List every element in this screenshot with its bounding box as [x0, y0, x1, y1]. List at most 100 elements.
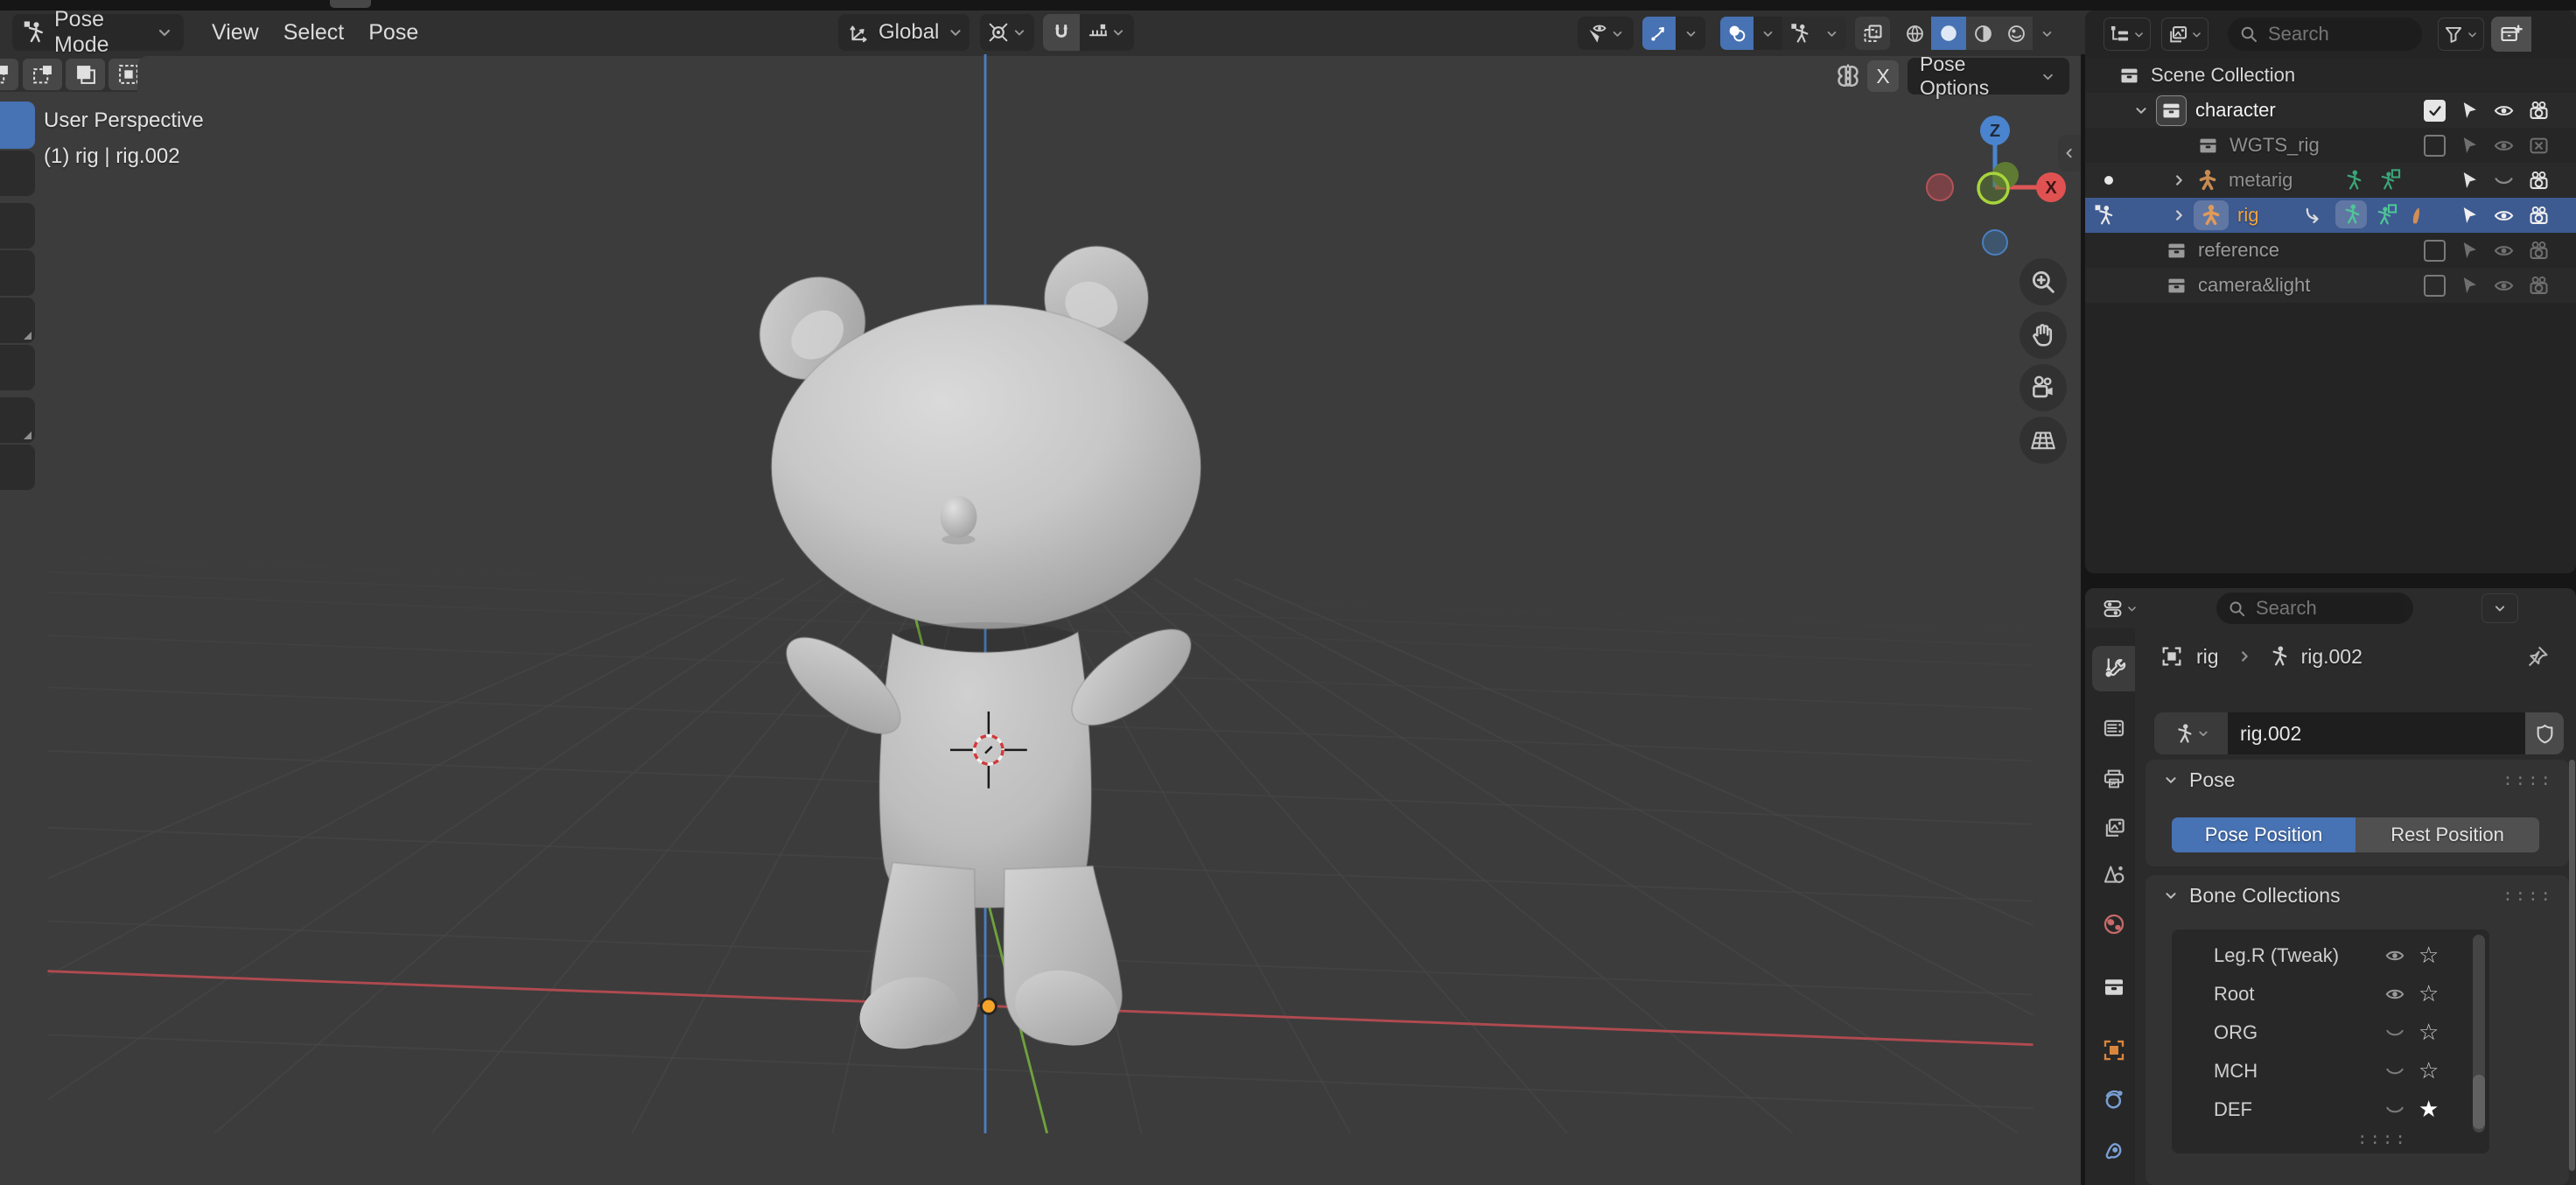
tab-render[interactable]: [2092, 705, 2135, 751]
render-camera-icon[interactable]: [2527, 169, 2551, 193]
tool-tweak-button[interactable]: [0, 102, 35, 149]
shading-solid-toggle[interactable]: [1931, 17, 1966, 50]
properties-search-input[interactable]: [2254, 596, 2403, 621]
tool-rotate-button[interactable]: [0, 298, 35, 343]
bone-collection-row[interactable]: DEF ★: [2172, 1090, 2489, 1129]
tab-world[interactable]: [2092, 901, 2135, 947]
shading-wireframe-toggle[interactable]: [1899, 17, 1931, 50]
bone-collection-row[interactable]: Leg.R (Tweak) ☆: [2172, 936, 2489, 975]
render-camera-icon[interactable]: [2527, 274, 2551, 298]
list-scrollbar-thumb[interactable]: [2473, 1075, 2485, 1129]
bone-collection-row[interactable]: MCH ☆: [2172, 1052, 2489, 1090]
filter-dropdown[interactable]: [2438, 18, 2484, 51]
show-gizmo-toggle[interactable]: [1642, 17, 1676, 50]
snap-magnet-toggle[interactable]: [1043, 14, 1080, 51]
transform-orientation-dropdown[interactable]: Global: [838, 14, 970, 51]
expand-chevron-icon[interactable]: [2132, 101, 2151, 120]
selectable-cursor-icon[interactable]: [2458, 169, 2482, 193]
outliner-row-character[interactable]: character: [2085, 93, 2576, 128]
bone-collection-row[interactable]: Root ☆: [2172, 975, 2489, 1013]
hidden-eye-closed-icon[interactable]: [2384, 1060, 2406, 1083]
solo-star-icon-active[interactable]: ★: [2418, 1096, 2439, 1123]
tab-output[interactable]: [2092, 756, 2135, 802]
menu-select[interactable]: Select: [271, 20, 356, 46]
tool-cursor-button[interactable]: [0, 203, 35, 249]
outliner-search-input[interactable]: [2266, 22, 2412, 46]
shading-material-toggle[interactable]: [1966, 17, 1999, 50]
outliner-row-rig-selected[interactable]: rig: [2085, 198, 2576, 233]
panel-collapse-chevron-icon[interactable]: [2161, 770, 2180, 789]
tab-view-layer[interactable]: [2092, 805, 2135, 851]
xray-toggle[interactable]: [1855, 17, 1890, 50]
pose-options-dropdown[interactable]: Pose Options: [1908, 58, 2069, 95]
id-type-dropdown[interactable]: [2154, 712, 2228, 754]
3d-viewport-canvas[interactable]: [0, 54, 2081, 1185]
breadcrumb-object-name[interactable]: rig: [2196, 645, 2219, 669]
bone-collection-row[interactable]: ORG ☆: [2172, 1013, 2489, 1052]
camera-view-button[interactable]: [2020, 364, 2067, 411]
panel-collapse-chevron-icon[interactable]: [2161, 886, 2180, 905]
overlays-dropdown[interactable]: [1754, 17, 1782, 50]
menu-view[interactable]: View: [200, 20, 271, 46]
hide-eye-icon[interactable]: [2492, 239, 2516, 263]
expand-chevron-right-icon[interactable]: [2169, 171, 2188, 190]
sidebar-collapse-tab[interactable]: [2058, 135, 2081, 172]
hidden-eye-closed-icon[interactable]: [2492, 169, 2516, 193]
data-name-input[interactable]: [2228, 722, 2525, 746]
pan-hand-button[interactable]: [2020, 312, 2067, 359]
show-overlays-toggle[interactable]: [1720, 17, 1754, 50]
solo-star-icon[interactable]: ☆: [2418, 1057, 2439, 1084]
selectable-cursor-icon[interactable]: [2458, 99, 2482, 123]
tab-constraints[interactable]: [2092, 1076, 2135, 1122]
new-collection-button[interactable]: [2491, 17, 2531, 52]
selectable-cursor-icon[interactable]: [2458, 204, 2482, 228]
zoom-button[interactable]: [2020, 258, 2067, 305]
collection-checkbox-unchecked[interactable]: [2424, 240, 2446, 262]
hidden-eye-closed-icon[interactable]: [2384, 1098, 2406, 1121]
outliner-row-wgts-rig[interactable]: WGTS_rig: [2085, 128, 2576, 163]
display-mode-dropdown[interactable]: [2161, 18, 2208, 51]
editor-type-dropdown[interactable]: [2097, 592, 2143, 624]
expand-chevron-right-icon[interactable]: [2169, 206, 2188, 225]
rest-position-button[interactable]: Rest Position: [2356, 817, 2539, 852]
outliner-row-metarig[interactable]: metarig: [2085, 163, 2576, 198]
shading-dropdown[interactable]: [2033, 17, 2061, 50]
hidden-eye-closed-icon[interactable]: [2384, 1021, 2406, 1044]
outliner-row-reference[interactable]: reference: [2085, 233, 2576, 268]
hide-eye-icon[interactable]: [2492, 99, 2516, 123]
gizmo-dropdown[interactable]: [1676, 17, 1705, 50]
render-camera-icon[interactable]: [2527, 239, 2551, 263]
solo-star-icon[interactable]: ☆: [2418, 1019, 2439, 1046]
collection-checkbox-checked[interactable]: [2424, 100, 2446, 122]
visibility-dropdown[interactable]: [1578, 17, 1634, 50]
pose-panel-title[interactable]: Pose: [2189, 768, 2235, 792]
snap-settings-dropdown[interactable]: [1080, 14, 1134, 51]
panel-drag-grip[interactable]: ::::: [2502, 770, 2553, 789]
pose-overlay-dropdown[interactable]: [1817, 17, 1846, 50]
tab-collection[interactable]: [2092, 964, 2135, 1010]
pin-icon[interactable]: [2525, 644, 2550, 669]
orthographic-toggle-button[interactable]: [2020, 417, 2067, 464]
tool-move-button[interactable]: [0, 250, 35, 296]
collection-checkbox-unchecked[interactable]: [2424, 135, 2446, 157]
visible-eye-icon[interactable]: [2384, 983, 2406, 1006]
outliner-row-scene-collection[interactable]: Scene Collection: [2085, 58, 2576, 93]
solo-star-icon[interactable]: ☆: [2418, 980, 2439, 1007]
tool-transform-button[interactable]: [0, 345, 35, 390]
selectable-cursor-icon[interactable]: [2458, 274, 2482, 298]
tool-select-box-button[interactable]: [0, 151, 35, 196]
tool-annotate-button[interactable]: [0, 397, 35, 443]
solo-star-icon[interactable]: ☆: [2418, 942, 2439, 969]
fake-user-shield-button[interactable]: [2525, 712, 2564, 754]
properties-search-box[interactable]: [2216, 592, 2413, 624]
mode-dropdown[interactable]: Pose Mode: [12, 14, 184, 51]
mirror-icon[interactable]: [1829, 60, 1867, 92]
tab-object[interactable]: [2092, 1027, 2135, 1073]
selectable-cursor-icon[interactable]: [2458, 239, 2482, 263]
pivot-point-dropdown[interactable]: [980, 14, 1034, 51]
outliner-row-camera-light[interactable]: camera&light: [2085, 268, 2576, 303]
render-camera-icon[interactable]: [2527, 99, 2551, 123]
collection-checkbox-unchecked[interactable]: [2424, 275, 2446, 297]
tab-tool[interactable]: [2092, 646, 2135, 691]
hide-eye-icon[interactable]: [2492, 204, 2516, 228]
